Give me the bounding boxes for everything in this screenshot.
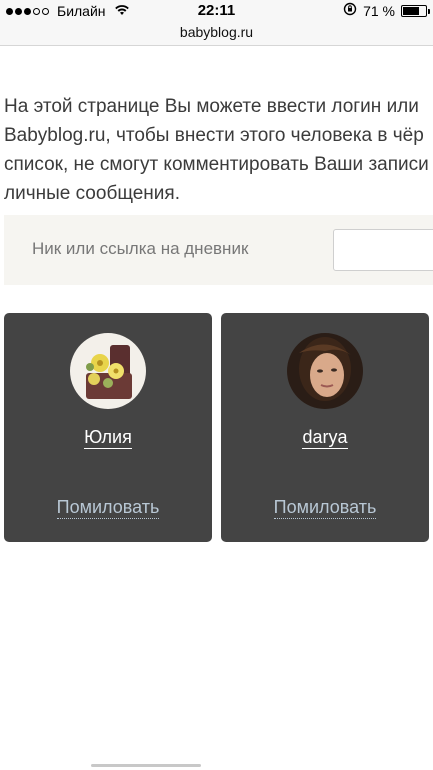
battery-percent: 71 % [363, 2, 395, 19]
address-bar[interactable]: babyblog.ru [0, 22, 433, 46]
intro-line: личные сообщения. [4, 183, 180, 204]
status-right: 71 % [343, 2, 430, 19]
pardon-button[interactable]: Помиловать [221, 497, 429, 519]
pardon-link[interactable]: Помиловать [56, 497, 160, 519]
user-name[interactable]: Юлия [4, 427, 212, 449]
blocked-users-list: Юлия Помиловать darya Помиловать [4, 313, 433, 543]
status-bar: Билайн 22:11 71 % [0, 0, 433, 22]
pardon-link[interactable]: Помиловать [273, 497, 377, 519]
user-name-link[interactable]: darya [302, 427, 348, 449]
search-label: Ник или ссылка на дневник [32, 239, 249, 258]
url-text[interactable]: babyblog.ru [180, 24, 253, 40]
intro-line: список, не смогут комментировать Ваши за… [4, 154, 429, 175]
user-card: darya Помиловать [221, 313, 429, 542]
intro-text: На этой странице Вы можете ввести логин … [4, 92, 433, 208]
user-card: Юлия Помиловать [4, 313, 212, 542]
battery-icon [401, 4, 430, 17]
user-name[interactable]: darya [221, 427, 429, 449]
user-name-link[interactable]: Юлия [84, 427, 132, 449]
intro-line: На этой странице Вы можете ввести логин … [4, 96, 419, 117]
blacklist-search-panel: Ник или ссылка на дневник [4, 215, 433, 285]
rotation-lock-icon [343, 2, 357, 19]
intro-line: Babyblog.ru, чтобы внести этого человека… [4, 125, 424, 146]
nickname-input[interactable] [333, 229, 433, 271]
avatar[interactable] [70, 333, 146, 409]
pardon-button[interactable]: Помиловать [4, 497, 212, 519]
avatar[interactable] [287, 333, 363, 409]
scroll-indicator [91, 764, 201, 767]
